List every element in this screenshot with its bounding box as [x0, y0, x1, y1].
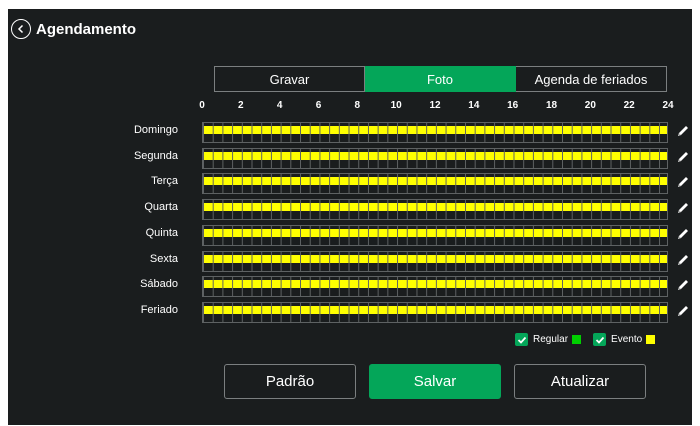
hour-label: 24 — [662, 100, 674, 111]
hour-label: 22 — [623, 100, 635, 111]
hour-label: 18 — [545, 100, 558, 111]
hour-label: 0 — [199, 100, 205, 111]
regular-color-swatch — [572, 335, 582, 344]
half-hour-cells[interactable] — [203, 251, 667, 271]
half-hour-cells[interactable] — [203, 277, 667, 297]
day-label: Sábado — [140, 278, 178, 291]
day-schedule-row[interactable] — [202, 224, 668, 246]
tab-agenda-feriados[interactable]: Agenda de feriados — [516, 66, 667, 92]
hour-label: 2 — [238, 100, 244, 111]
hour-label: 8 — [354, 100, 361, 111]
page-title: Agendamento — [36, 20, 137, 38]
half-hour-cells[interactable] — [203, 174, 667, 194]
regular-checkbox[interactable] — [515, 333, 528, 346]
hour-label: 12 — [429, 100, 441, 111]
day-schedule-row[interactable] — [202, 173, 668, 195]
hour-label: 20 — [584, 100, 596, 111]
save-button[interactable]: Salvar — [369, 364, 501, 399]
day-schedule-row[interactable] — [202, 301, 668, 323]
day-label: Quinta — [145, 226, 178, 239]
default-button[interactable]: Padrão — [224, 364, 356, 399]
edit-pencil-icon[interactable] — [675, 200, 691, 216]
day-label: Segunda — [133, 149, 178, 162]
page-header: Agendamento — [11, 18, 136, 40]
legend: Regular Evento — [515, 333, 656, 346]
edit-pencil-icon[interactable] — [675, 277, 691, 293]
action-buttons: Padrão Salvar Atualizar — [224, 364, 646, 399]
day-label: Terça — [151, 175, 178, 188]
check-icon — [517, 336, 526, 344]
edit-pencil-icon[interactable] — [675, 303, 691, 319]
event-color-swatch — [646, 335, 656, 344]
day-schedule-row[interactable] — [202, 276, 668, 298]
schedule-tabs: Gravar Foto Agenda de feriados — [214, 66, 667, 92]
half-hour-cells[interactable] — [203, 200, 667, 220]
hour-label: 14 — [468, 100, 480, 111]
day-schedule-row[interactable] — [202, 122, 668, 143]
tab-foto[interactable]: Foto — [365, 66, 516, 92]
tab-gravar[interactable]: Gravar — [214, 66, 365, 92]
schedule-panel: Agendamento Gravar Foto Agenda de feriad… — [8, 9, 692, 425]
half-hour-cells[interactable] — [203, 148, 667, 168]
day-label: Feriado — [140, 303, 178, 316]
edit-pencil-icon[interactable] — [675, 226, 691, 242]
day-label: Domingo — [133, 124, 178, 136]
regular-legend-label: Regular — [533, 334, 569, 345]
edit-pencil-icon[interactable] — [675, 149, 691, 165]
day-schedule-row[interactable] — [202, 199, 668, 221]
back-button[interactable] — [11, 19, 31, 39]
day-schedule-row[interactable] — [202, 147, 668, 169]
hour-label: 10 — [390, 100, 402, 111]
event-legend-label: Evento — [611, 334, 643, 345]
check-icon — [595, 336, 604, 344]
edit-pencil-icon[interactable] — [675, 174, 691, 190]
chevron-left-icon — [17, 24, 24, 34]
event-checkbox[interactable] — [593, 333, 607, 346]
day-schedule-row[interactable] — [202, 250, 668, 272]
hour-label: 6 — [315, 100, 322, 111]
edit-pencil-icon[interactable] — [675, 252, 691, 268]
edit-pencil-icon[interactable] — [675, 123, 691, 139]
day-label: Sexta — [149, 252, 178, 265]
half-hour-cells[interactable] — [203, 302, 667, 322]
hour-label: 16 — [507, 100, 519, 111]
hour-axis: 0 2 4 6 8 10 12 14 16 18 20 22 24 — [199, 100, 674, 114]
day-label: Quarta — [144, 201, 178, 214]
refresh-button[interactable]: Atualizar — [514, 364, 646, 399]
half-hour-cells[interactable] — [203, 225, 667, 245]
hour-label: 4 — [276, 100, 283, 111]
half-hour-cells[interactable] — [203, 123, 667, 142]
